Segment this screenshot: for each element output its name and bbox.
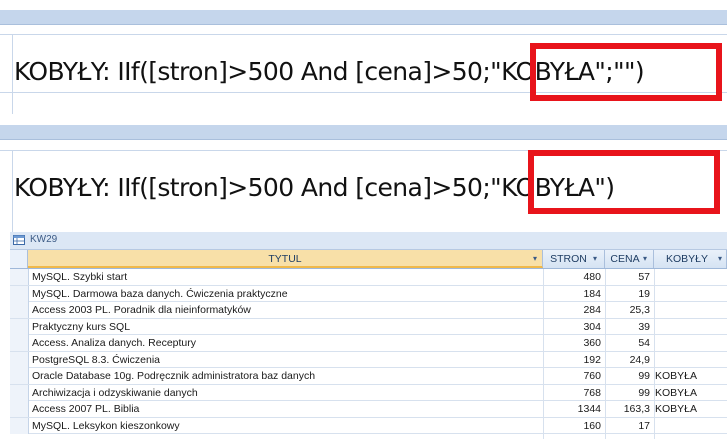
datasheet-rows: MySQL. Szybki start 480 57 MySQL. Darmow… [10, 269, 727, 434]
table-row[interactable]: Praktyczny kurs SQL 304 39 [10, 318, 727, 335]
column-header-row: TYTUL ▾ STRON ▾ CENA ▾ KOBYŁY ▾ [10, 250, 727, 269]
cell-cena[interactable]: 17 [605, 418, 650, 434]
column-header-label: STRON [550, 253, 587, 265]
grid-header-bar [0, 10, 727, 25]
row-selector[interactable] [10, 302, 29, 318]
cell-stron[interactable]: 1344 [543, 401, 601, 417]
grid-header-bar [0, 125, 727, 140]
cell-kobyly[interactable] [655, 286, 725, 302]
cell-tytul[interactable]: Access 2003 PL. Poradnik dla nieinformat… [32, 302, 541, 318]
cell-cena[interactable]: 99 [605, 368, 650, 384]
cell-cena[interactable]: 39 [605, 319, 650, 335]
cell-tytul[interactable]: MySQL. Leksykon kieszonkowy [32, 418, 541, 434]
cell-tytul[interactable]: Praktyczny kurs SQL [32, 319, 541, 335]
cell-cena[interactable]: 24,9 [605, 352, 650, 368]
cell-kobyly[interactable]: KOBYŁA [655, 385, 725, 401]
grid-column-line [12, 150, 13, 232]
sort-filter-dropdown-icon[interactable]: ▾ [643, 250, 647, 268]
cell-cena[interactable]: 99 [605, 385, 650, 401]
highlight-box [530, 43, 722, 101]
row-selector[interactable] [10, 318, 29, 335]
cell-tytul[interactable]: Oracle Database 10g. Podręcznik administ… [32, 368, 541, 384]
table-row[interactable]: MySQL. Szybki start 480 57 [10, 269, 727, 286]
expression-panel-2: KOBYŁY: IIf([stron]>500 And [cena]>50;"K… [0, 114, 727, 232]
table-row[interactable]: Access 2003 PL. Poradnik dla nieinformat… [10, 302, 727, 319]
cell-kobyly[interactable] [655, 418, 725, 434]
column-header-label: CENA [610, 253, 640, 265]
column-header-label: TYTUL [268, 253, 302, 265]
query-icon [13, 235, 25, 245]
row-selector[interactable] [10, 401, 29, 417]
query-datasheet: KW29 TYTUL ▾ STRON ▾ CENA ▾ KOBYŁY ▾ MyS… [10, 232, 727, 439]
cell-cena[interactable]: 57 [605, 269, 650, 285]
cell-stron[interactable]: 160 [543, 418, 601, 434]
cell-stron[interactable]: 760 [543, 368, 601, 384]
table-row[interactable]: MySQL. Leksykon kieszonkowy 160 17 [10, 417, 727, 434]
column-header-tytul[interactable]: TYTUL ▾ [28, 250, 543, 268]
grid-column-line [12, 34, 13, 114]
row-selector[interactable] [10, 269, 29, 285]
cell-stron[interactable]: 304 [543, 319, 601, 335]
cell-kobyly[interactable] [655, 319, 725, 335]
sort-filter-dropdown-icon[interactable]: ▾ [533, 250, 537, 268]
column-header-stron[interactable]: STRON ▾ [543, 250, 605, 268]
field-expression-without-false-part[interactable]: KOBYŁY: IIf([stron]>500 And [cena]>50;"K… [14, 173, 615, 202]
table-row[interactable]: Access 2007 PL. Biblia 1344 163,3 KOBYŁA [10, 401, 727, 418]
cell-kobyly[interactable] [655, 269, 725, 285]
row-selector[interactable] [10, 285, 29, 302]
cell-tytul[interactable]: Access 2007 PL. Biblia [32, 401, 541, 417]
cell-stron[interactable]: 768 [543, 385, 601, 401]
cell-tytul[interactable]: PostgreSQL 8.3. Ćwiczenia [32, 352, 541, 368]
column-header-kobyly[interactable]: KOBYŁY ▾ [654, 250, 727, 268]
cell-stron[interactable]: 360 [543, 335, 601, 351]
cell-kobyly[interactable] [655, 352, 725, 368]
datasheet-tab[interactable]: KW29 [10, 232, 727, 250]
cell-cena[interactable]: 163,3 [605, 401, 650, 417]
row-selector[interactable] [10, 368, 29, 384]
table-row[interactable]: Access. Analiza danych. Receptury 360 54 [10, 335, 727, 352]
cell-stron[interactable]: 284 [543, 302, 601, 318]
cell-kobyly[interactable] [655, 335, 725, 351]
select-all-box[interactable] [10, 250, 28, 268]
cell-tytul[interactable]: Archiwizacja i odzyskiwanie danych [32, 385, 541, 401]
sort-filter-dropdown-icon[interactable]: ▾ [718, 250, 722, 268]
cell-kobyly[interactable]: KOBYŁA [655, 401, 725, 417]
highlight-box [528, 150, 720, 214]
cell-tytul[interactable]: MySQL. Darmowa baza danych. Ćwiczenia pr… [32, 286, 541, 302]
row-selector[interactable] [10, 417, 29, 434]
column-header-cena[interactable]: CENA ▾ [605, 250, 654, 268]
table-row[interactable]: Oracle Database 10g. Podręcznik administ… [10, 368, 727, 385]
expression-panel-1: KOBYŁY: IIf([stron]>500 And [cena]>50;"K… [0, 0, 727, 114]
sort-filter-dropdown-icon[interactable]: ▾ [593, 250, 597, 268]
cell-tytul[interactable]: MySQL. Szybki start [32, 269, 541, 285]
cell-stron[interactable]: 480 [543, 269, 601, 285]
cell-tytul[interactable]: Access. Analiza danych. Receptury [32, 335, 541, 351]
cell-kobyly[interactable]: KOBYŁA [655, 368, 725, 384]
cell-stron[interactable]: 184 [543, 286, 601, 302]
column-header-label: KOBYŁY [665, 253, 709, 265]
datasheet-title: KW29 [30, 234, 58, 245]
row-selector[interactable] [10, 335, 29, 351]
table-row[interactable]: PostgreSQL 8.3. Ćwiczenia 192 24,9 [10, 351, 727, 368]
table-row[interactable]: Archiwizacja i odzyskiwanie danych 768 9… [10, 384, 727, 401]
cell-cena[interactable]: 54 [605, 335, 650, 351]
table-row[interactable]: MySQL. Darmowa baza danych. Ćwiczenia pr… [10, 285, 727, 302]
grid-divider [0, 34, 727, 35]
cell-cena[interactable]: 19 [605, 286, 650, 302]
row-selector[interactable] [10, 351, 29, 368]
cell-kobyly[interactable] [655, 302, 725, 318]
row-selector[interactable] [10, 384, 29, 401]
cell-stron[interactable]: 192 [543, 352, 601, 368]
cell-cena[interactable]: 25,3 [605, 302, 650, 318]
